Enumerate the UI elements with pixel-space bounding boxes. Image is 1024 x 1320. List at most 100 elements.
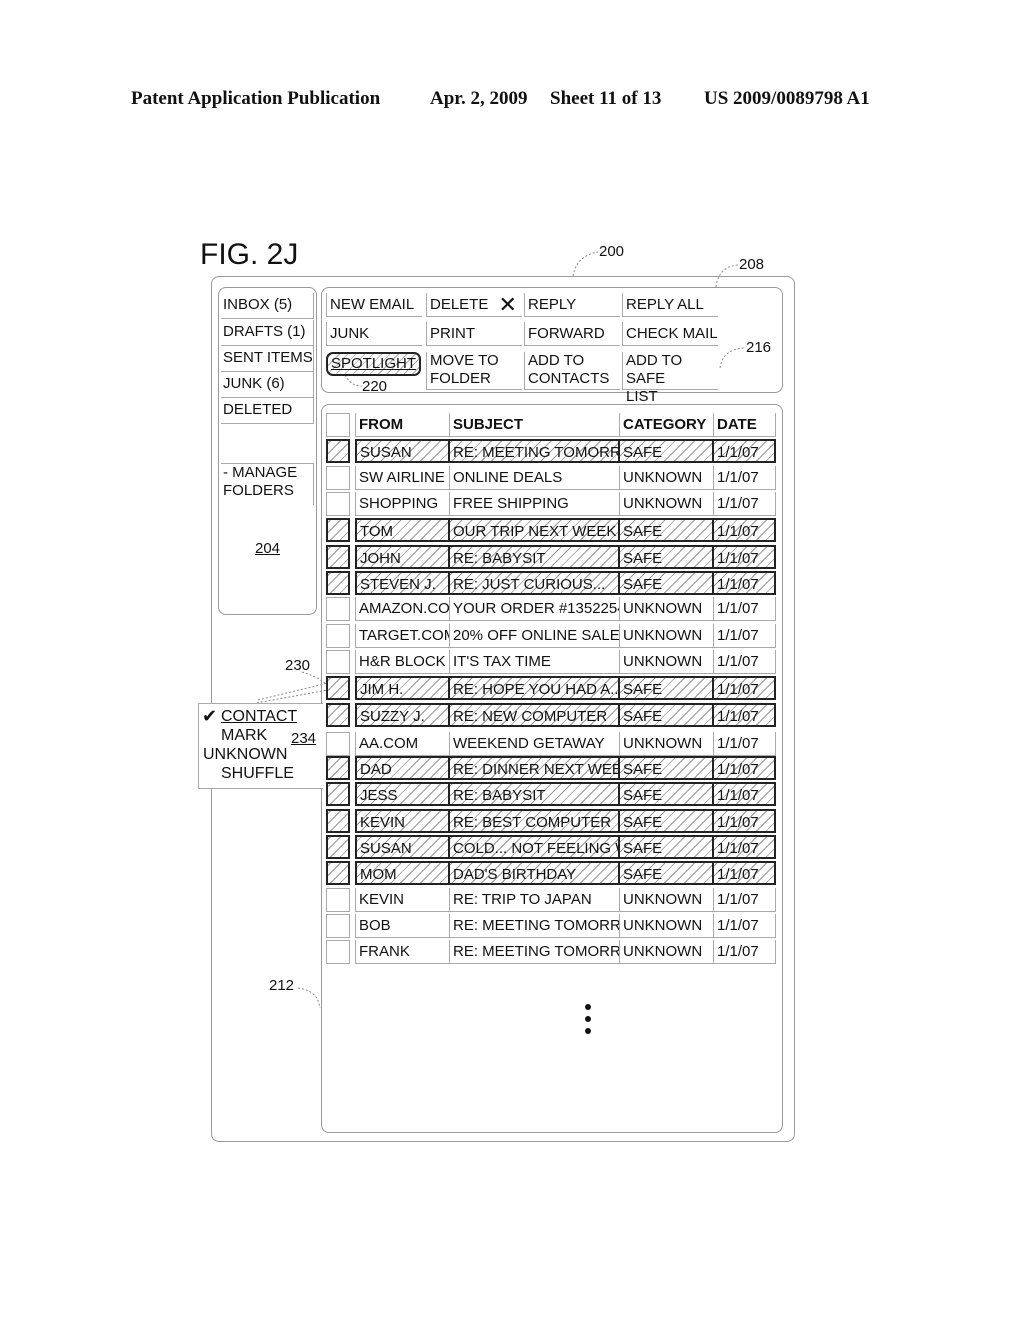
table-row[interactable]: AMAZON.COMYOUR ORDER #1352254...UNKNOWN1… xyxy=(326,597,776,621)
column-header-from[interactable]: FROM xyxy=(355,413,450,437)
cell-category: UNKNOWN xyxy=(620,940,714,964)
table-row[interactable]: TOM OUR TRIP NEXT WEEK SAFE 1/1/07 xyxy=(326,518,776,542)
row-checkbox[interactable] xyxy=(326,676,350,700)
cell-from: FRANK xyxy=(355,940,450,964)
move-to-folder-button[interactable]: MOVE TO FOLDER xyxy=(426,352,522,390)
row-checkbox[interactable] xyxy=(326,545,350,569)
cell-category: UNKNOWN xyxy=(620,466,714,490)
add-to-safe-list-line1: ADD TO SAFE xyxy=(626,352,683,387)
column-header-category[interactable]: CATEGORY xyxy=(620,413,714,437)
table-row[interactable]: SUZZY J. RE: NEW COMPUTER SAFE 1/1/07 xyxy=(326,703,776,727)
cell-category: UNKNOWN xyxy=(620,624,714,648)
table-row[interactable]: SUSAN RE: MEETING TOMORR... SAFE 1/1/07 xyxy=(326,439,776,463)
table-row[interactable]: JIM H. RE: HOPE YOU HAD A... SAFE 1/1/07 xyxy=(326,676,776,700)
menu-item-shuffle[interactable]: SHUFFLE xyxy=(221,764,294,783)
row-checkbox[interactable] xyxy=(326,835,350,859)
cell-subject: RE: MEETING TOMORR... xyxy=(450,439,620,463)
table-row[interactable]: JOHN RE: BABYSIT SAFE 1/1/07 xyxy=(326,545,776,569)
delete-label: DELETE xyxy=(430,296,489,313)
cell-subject: RE: BABYSIT xyxy=(450,782,620,806)
x-icon: ✕ xyxy=(498,292,517,318)
cell-subject: RE: TRIP TO JAPAN xyxy=(450,888,620,912)
menu-item-unknown[interactable]: UNKNOWN xyxy=(203,745,287,764)
table-row[interactable]: TARGET.COM 20% OFF ONLINE SALE UNKNOWN 1/1/… xyxy=(326,624,776,648)
row-checkbox[interactable] xyxy=(326,492,350,516)
row-checkbox[interactable] xyxy=(326,914,350,938)
cell-category: UNKNOWN xyxy=(620,492,714,516)
table-row[interactable]: AA.COM WEEKEND GETAWAY UNKNOWN 1/1/07 xyxy=(326,732,776,756)
row-checkbox[interactable] xyxy=(326,756,350,780)
row-checkbox[interactable] xyxy=(326,650,350,674)
cell-category: SAFE xyxy=(620,545,714,569)
sidebar-item-inbox[interactable]: INBOX (5) xyxy=(221,293,314,319)
cell-subject: RE: BABYSIT xyxy=(450,545,620,569)
row-checkbox[interactable] xyxy=(326,732,350,756)
reply-button[interactable]: REPLY xyxy=(524,293,620,317)
table-row[interactable]: SW AIRLINE ONLINE DEALS UNKNOWN 1/1/07 xyxy=(326,466,776,490)
sidebar-item-junk[interactable]: JUNK (6) xyxy=(221,372,314,398)
row-checkbox[interactable] xyxy=(326,940,350,964)
forward-button[interactable]: FORWARD xyxy=(524,322,620,346)
cell-date: 1/1/07 xyxy=(714,518,776,542)
cell-date: 1/1/07 xyxy=(714,756,776,780)
table-row[interactable]: MOM DAD'S BIRTHDAY SAFE 1/1/07 xyxy=(326,861,776,885)
cell-category: UNKNOWN xyxy=(620,914,714,938)
cell-from: SHOPPING xyxy=(355,492,450,516)
cell-date: 1/1/07 xyxy=(714,940,776,964)
table-row[interactable]: FRANK RE: MEETING TOMORR... UNKNOWN 1/1/07 xyxy=(326,940,776,964)
row-checkbox[interactable] xyxy=(326,439,350,463)
spotlight-button[interactable]: SPOTLIGHT xyxy=(326,352,421,376)
row-checkbox[interactable] xyxy=(326,861,350,885)
check-mail-button[interactable]: CHECK MAIL xyxy=(622,322,718,346)
menu-item-mark[interactable]: MARK xyxy=(221,726,267,745)
leader-line-200 xyxy=(572,251,599,277)
row-checkbox[interactable] xyxy=(326,888,350,912)
row-checkbox[interactable] xyxy=(326,597,350,621)
row-checkbox[interactable] xyxy=(326,782,350,806)
column-header-subject[interactable]: SUBJECT xyxy=(450,413,620,437)
sidebar-manage-folders[interactable]: - MANAGE FOLDERS xyxy=(221,463,314,505)
print-button[interactable]: PRINT xyxy=(426,322,522,346)
cell-subject: WEEKEND GETAWAY xyxy=(450,732,620,756)
cell-subject: IT'S TAX TIME xyxy=(450,650,620,674)
table-row[interactable]: SUSANCOLD... NOT FEELING W...SAFE1/1/07 xyxy=(326,835,776,859)
table-row[interactable]: JESS RE: BABYSIT SAFE 1/1/07 xyxy=(326,782,776,806)
table-row[interactable]: STEVEN J. RE: JUST CURIOUS... SAFE 1/1/07 xyxy=(326,571,776,595)
cell-category: UNKNOWN xyxy=(620,650,714,674)
sidebar-item-sent-items[interactable]: SENT ITEMS xyxy=(221,346,314,372)
cell-from: MOM xyxy=(355,861,450,885)
reply-all-button[interactable]: REPLY ALL xyxy=(622,293,718,317)
delete-button[interactable]: DELETE ✕ xyxy=(426,293,522,317)
row-checkbox[interactable] xyxy=(326,624,350,648)
sidebar-item-deleted[interactable]: DELETED xyxy=(221,398,314,424)
table-row[interactable]: DAD RE: DINNER NEXT WEEK SAFE 1/1/07 xyxy=(326,756,776,780)
junk-button[interactable]: JUNK xyxy=(326,322,422,346)
cell-date: 1/1/07 xyxy=(714,888,776,912)
checkmark-icon: ✔ xyxy=(202,706,218,726)
add-to-safe-list-button[interactable]: ADD TO SAFE LIST xyxy=(622,352,718,405)
table-row[interactable]: KEVIN RE: BEST COMPUTER SAFE 1/1/07 xyxy=(326,809,776,833)
cell-from: AA.COM xyxy=(355,732,450,756)
row-checkbox[interactable] xyxy=(326,703,350,727)
table-row[interactable]: KEVIN RE: TRIP TO JAPAN UNKNOWN 1/1/07 xyxy=(326,888,776,912)
menu-item-contact[interactable]: CONTACT xyxy=(221,707,297,726)
add-to-safe-list-line2: LIST xyxy=(626,388,658,405)
sidebar-item-drafts[interactable]: DRAFTS (1) xyxy=(221,320,314,346)
select-all-checkbox[interactable] xyxy=(326,413,350,437)
new-email-button[interactable]: NEW EMAIL xyxy=(326,293,422,317)
table-row[interactable]: BOB RE: MEETING TOMORR... UNKNOWN 1/1/07 xyxy=(326,914,776,938)
cell-from: KEVIN xyxy=(355,809,450,833)
add-to-contacts-button[interactable]: ADD TO CONTACTS xyxy=(524,352,620,390)
row-checkbox[interactable] xyxy=(326,466,350,490)
column-header-date[interactable]: DATE xyxy=(714,413,776,437)
table-row[interactable]: SHOPPING FREE SHIPPING UNKNOWN 1/1/07 xyxy=(326,492,776,516)
table-header-row: FROM SUBJECT CATEGORY DATE xyxy=(326,413,776,437)
row-checkbox[interactable] xyxy=(326,571,350,595)
table-row[interactable]: H&R BLOCK IT'S TAX TIME UNKNOWN 1/1/07 xyxy=(326,650,776,674)
row-checkbox[interactable] xyxy=(326,809,350,833)
row-checkbox[interactable] xyxy=(326,518,350,542)
cell-date: 1/1/07 xyxy=(714,809,776,833)
cell-category: SAFE xyxy=(620,809,714,833)
cell-from: KEVIN xyxy=(355,888,450,912)
cell-from: H&R BLOCK xyxy=(355,650,450,674)
